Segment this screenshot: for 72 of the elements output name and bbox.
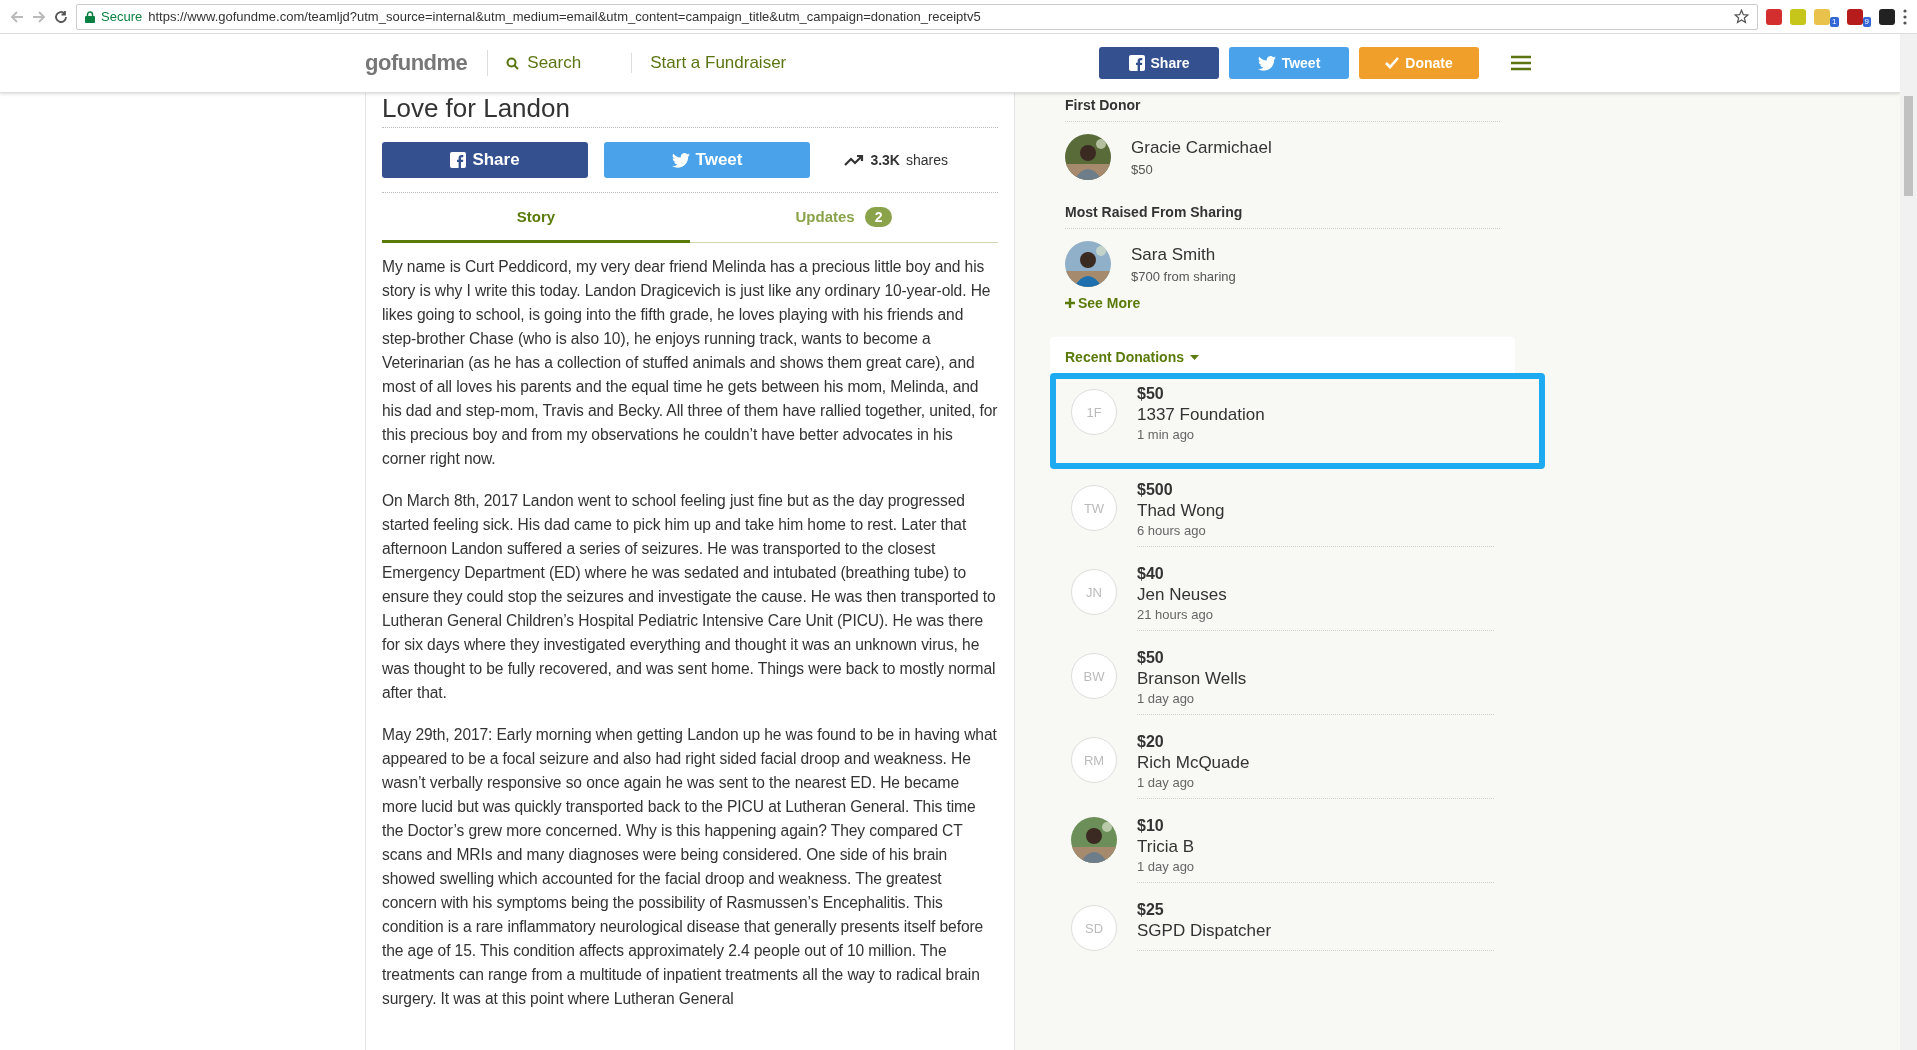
count-badge: 2 (864, 206, 893, 227)
initials-avatar: JN (1071, 569, 1117, 615)
donation-amount: $500 (1137, 481, 1174, 499)
donation-time: 6 hours ago (1137, 523, 1207, 538)
address-bar[interactable]: Secure https://www.gofundme.com/teamljd?utm_source=internal&utm_medium=email&utm_content=campaign_title&utm_campaign=donation_receiptv5 (76, 3, 1759, 30)
donation-time: 1 day ago (1137, 691, 1196, 706)
trend-icon (844, 154, 865, 166)
story-paragraph: On March 8th, 2017 Landon went to school feeling just fine but as the day progressed started feeling sick. His dad came to pick him up and take him home to rest. Later that afternoon Landon suffered a series of seizures. He was transported to the closest Emergency Department (ED) where he was sedated and intubated (breathing tube) to ensure they could stop the seizures and investigate the cause. He was then transported to Lutheran General Children’s Hospital Pediatric Intensive Care Unit (PICU). He was there for six days where they investigated everything and thought it was an unknown virus, he was thought to be fully recovered, and was sent home. Things were back to mostly normal after that. (382, 491, 997, 703)
tab[interactable]: Story (382, 193, 690, 243)
donation-amount: $40 (1137, 565, 1165, 583)
donor-name: 1337 Foundation (1137, 405, 1266, 425)
url-text: https://www.gofundme.com/teamljd?utm_source=internal&utm_medium=email&utm_content=campaign_title&utm_campaign=donation_receiptv5 (148, 9, 981, 24)
campaign-title: Love for Landon (382, 93, 998, 128)
extension-badge: 1 (1830, 17, 1839, 27)
logo[interactable]: gofundme (365, 50, 489, 76)
shares-label: shares (905, 152, 948, 168)
reload-icon[interactable] (54, 9, 68, 24)
plus-icon (1065, 298, 1075, 308)
twitter-share-button[interactable]: Tweet (604, 142, 810, 178)
star-icon[interactable] (1734, 9, 1750, 24)
check-icon (1385, 57, 1400, 69)
recent-donations-dropdown[interactable]: Recent Donations (1065, 349, 1199, 365)
secure-label: Secure (101, 9, 143, 24)
lock-icon (85, 10, 95, 23)
donor-name: Gracie Carmichael (1131, 137, 1272, 158)
donation-amount: $50 (1137, 385, 1165, 403)
donor-detail: $700 from sharing (1131, 268, 1236, 284)
donation-time: 1 day ago (1137, 775, 1196, 790)
donation-time: 1 min ago (1137, 427, 1196, 442)
donor-name: Branson Wells (1137, 669, 1248, 689)
initials-avatar: TW (1071, 485, 1117, 531)
caret-icon (1190, 354, 1199, 360)
donor-name: Sara Smith (1131, 244, 1217, 265)
donor-name: Thad Wong (1137, 501, 1226, 521)
donation-time: 21 hours ago (1137, 607, 1214, 622)
story-paragraph: May 29th, 2017: Early morning when getting Landon up he was found to be in having what appeared to be a focal seizure and also had right sided facial droop and weakness. He wasn’t verbally responsive so once again he was sent to the nearest ED. He became more lucid but was quickly transported back to the PICU at Lutheran General. This time the Doctor’s grew more concerned. Why is this happening again? They compared CT scans and MRIs and many diagnoses were being considered. One side of his brain showed swelling which accounted for the facial droop and weakness. The greatest concern with his symptoms being the possibility of Rasmussen’s Encephalitis. This condition is a rare inflammatory neurological disease that generally presents itself before the age of 15. This condition affects approximately 2.4 people out of 10 million. The treatments can range from a multitude of inpatient treatments all the way to radical brain surgery. It was at this point where Lutheran General (382, 725, 998, 1009)
donation-amount: $25 (1137, 901, 1165, 919)
section-heading: First Donor (1065, 93, 1500, 122)
donation-amount: $50 (1137, 649, 1165, 667)
bird-icon (1257, 55, 1276, 71)
story-paragraph: My name is Curt Peddicord, my very dear friend Melinda has a precious little boy and his story is why I write this today. Landon Dragicevich is just like any ordinary 10-year-old. He likes going to school, is going into the fifth grade, he loves playing with his friends and step-brother Chase (who is also 10), he enjoys running track, wants to become a Veterinarian (as he has a collection of stuffed animals and shows them great care), and most of all loves his parents and the equal time he gets between his mom, Melinda, and his dad and step-mom, Travis and Becky. All three of them have rallied together, united, for this precious boy and from my observations he couldn’t have better advocates in his corner right now. (382, 257, 998, 469)
initials-avatar: 1F (1071, 389, 1117, 435)
kebab-menu-icon[interactable] (1903, 8, 1907, 25)
menu-icon (1511, 55, 1531, 71)
bird-icon (671, 152, 690, 168)
donor-name: Rich McQuade (1137, 753, 1251, 773)
facebook-button[interactable]: Share (1099, 47, 1219, 79)
facebook-icon (450, 152, 467, 168)
section-heading: Most Raised From Sharing (1065, 200, 1500, 229)
facebook-share-button[interactable]: Share (382, 142, 588, 178)
search-icon (506, 56, 520, 70)
donor-name: SGPD Dispatcher (1137, 921, 1273, 941)
extension-icon[interactable] (1879, 8, 1895, 25)
extension-icon[interactable] (1846, 8, 1863, 25)
twitter-button[interactable]: Tweet (1229, 47, 1349, 79)
search-link[interactable]: Search (488, 53, 633, 73)
donation-amount: $20 (1137, 733, 1165, 751)
tab[interactable]: Updates 2 (690, 193, 998, 243)
scrollbar[interactable] (1900, 34, 1917, 1050)
extension-badge: 9 (1862, 17, 1871, 27)
start-fundraiser-link[interactable]: Start a Fundraiser (632, 53, 837, 73)
donor-name: Tricia B (1137, 837, 1195, 857)
see-more-link[interactable]: See More (1065, 295, 1500, 311)
initials-avatar: SD (1071, 905, 1117, 951)
shares-count: 3.3K (870, 152, 900, 168)
initials-avatar: RM (1071, 737, 1117, 783)
initials-avatar: BW (1071, 653, 1117, 699)
facebook-icon (1128, 55, 1145, 71)
donor-name: Jen Neuses (1137, 585, 1228, 605)
donor-detail: $50 (1131, 161, 1154, 177)
donation-amount: $10 (1137, 817, 1165, 835)
donation-time: 1 day ago (1137, 859, 1196, 874)
